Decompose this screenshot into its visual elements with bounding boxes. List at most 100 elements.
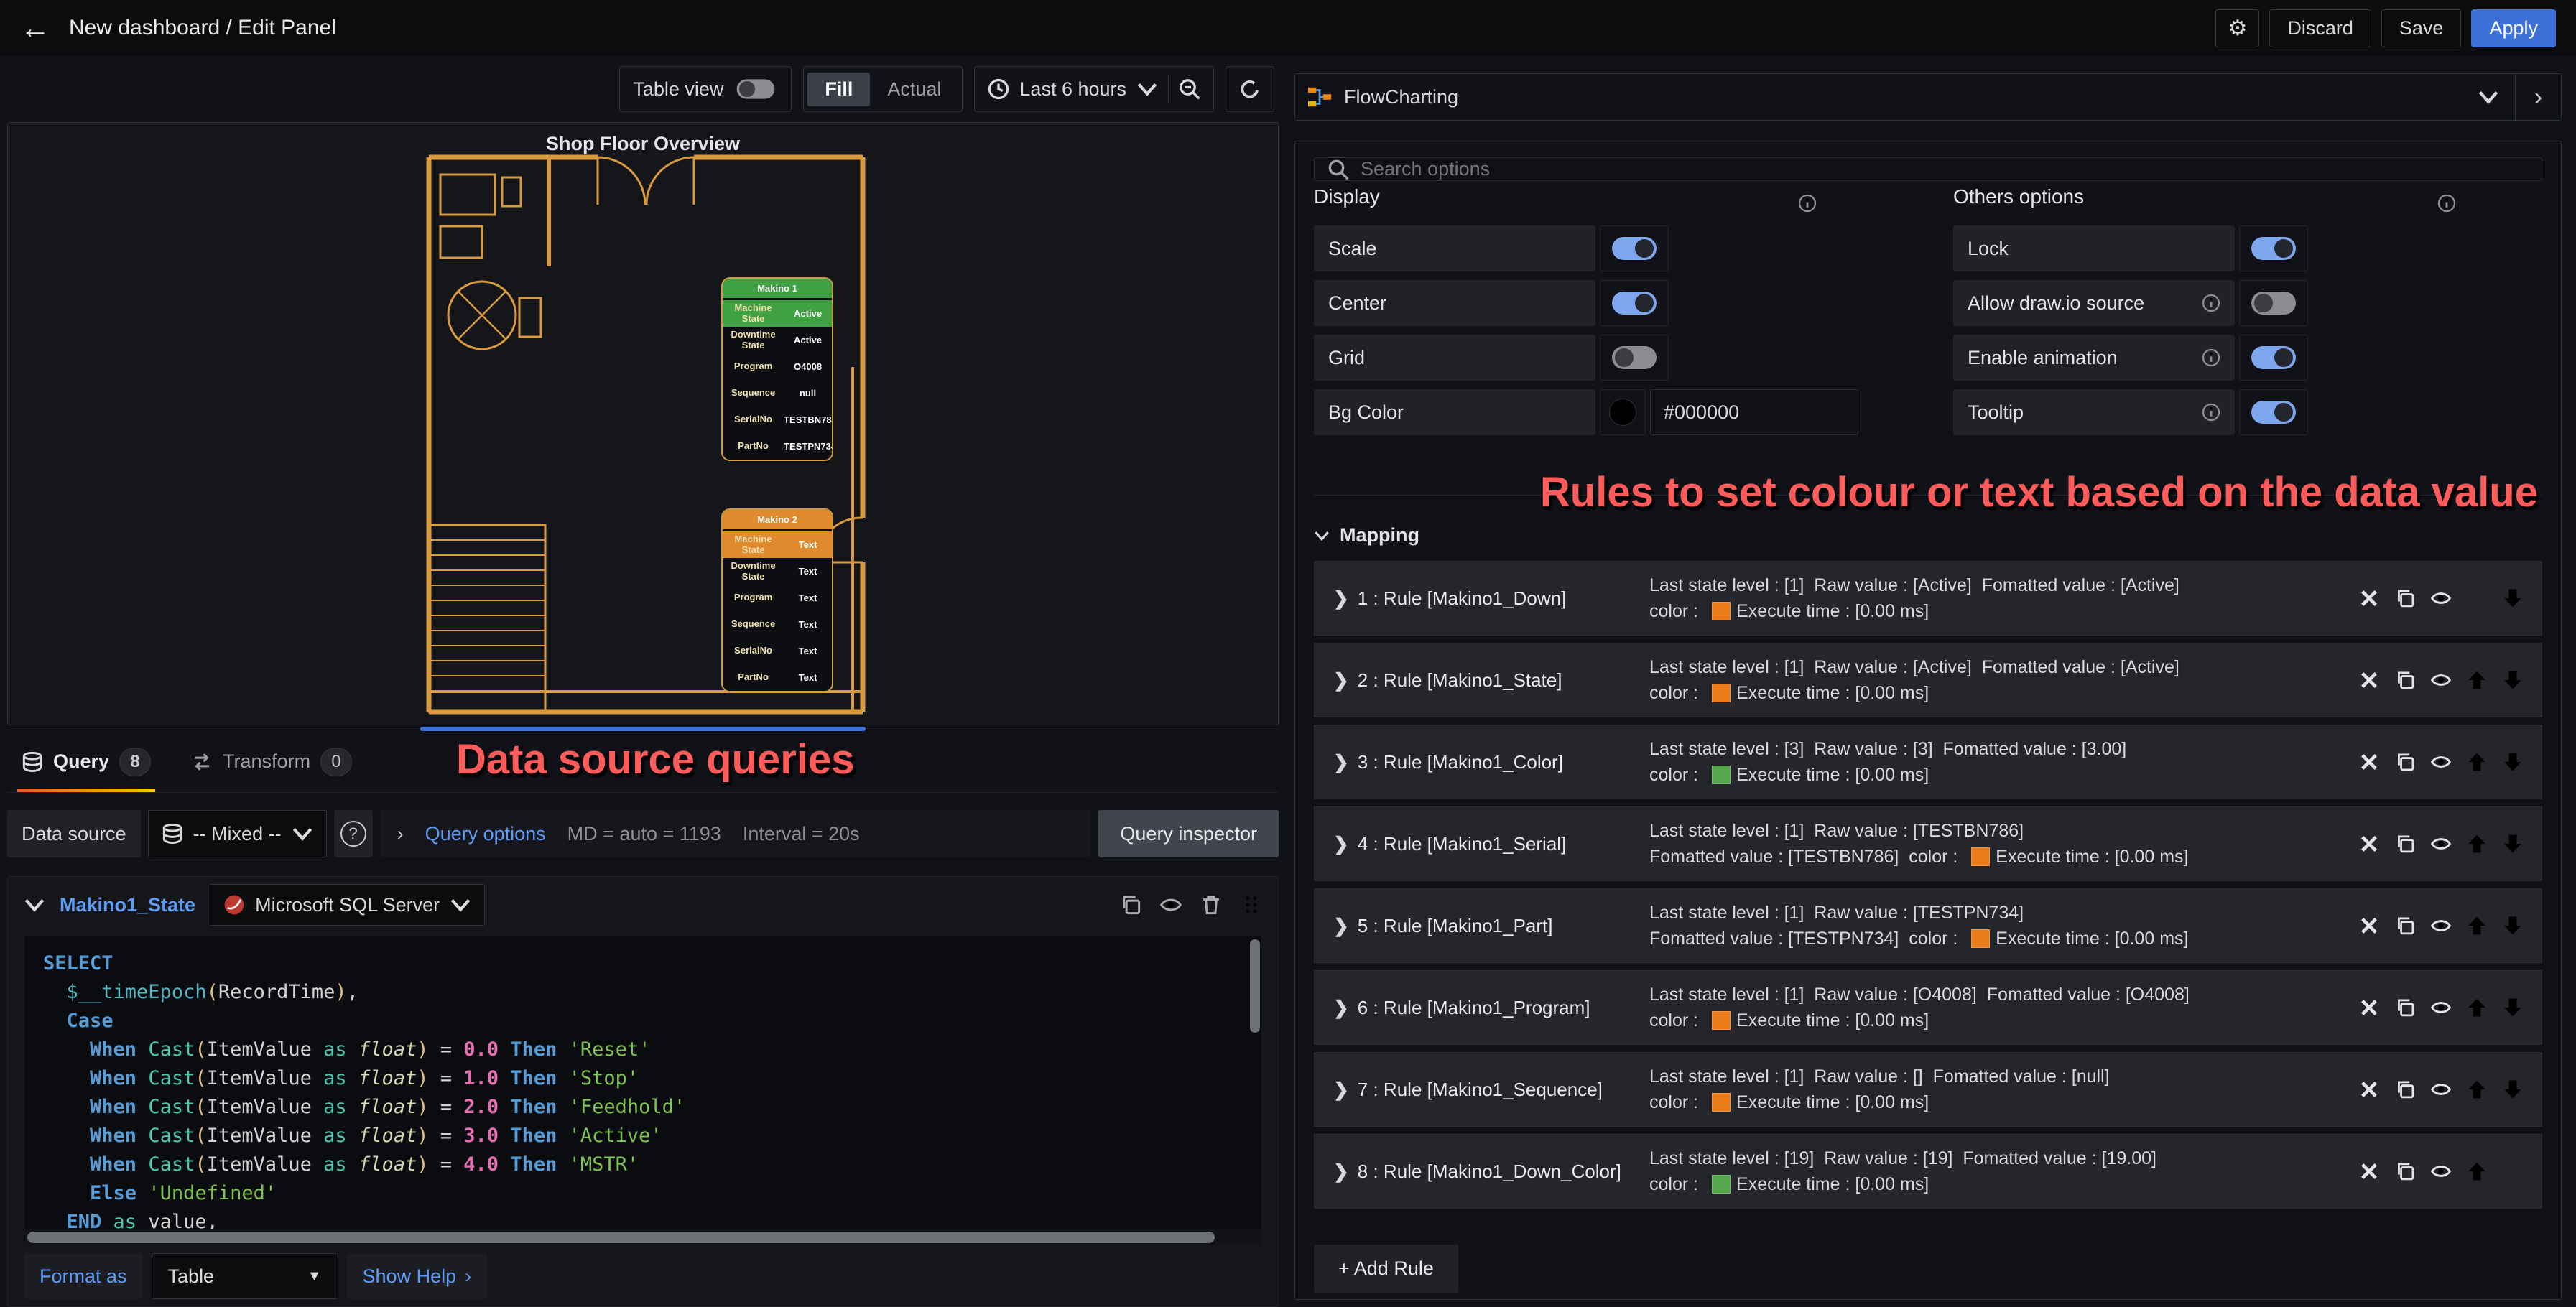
options-search-box[interactable]: [1314, 157, 2542, 181]
time-range-label[interactable]: Last 6 hours: [1019, 78, 1126, 101]
delete-rule-icon[interactable]: [2359, 752, 2379, 772]
move-rule-down-icon[interactable]: [2503, 670, 2523, 690]
delete-rule-icon[interactable]: [2359, 916, 2379, 936]
hide-rule-icon[interactable]: [2431, 834, 2451, 854]
query-datasource-picker[interactable]: Microsoft SQL Server: [210, 884, 486, 926]
hide-rule-icon[interactable]: [2431, 1161, 2451, 1181]
rule-row[interactable]: ❯ 4 : Rule [Makino1_Serial] Last state l…: [1314, 806, 2542, 881]
discard-button[interactable]: Discard: [2269, 9, 2371, 47]
move-rule-down-icon[interactable]: [2503, 752, 2523, 772]
info-icon[interactable]: [2202, 348, 2220, 367]
delete-query-icon[interactable]: [1200, 894, 1222, 916]
apply-button[interactable]: Apply: [2471, 9, 2556, 47]
move-rule-up-icon[interactable]: [2467, 1161, 2487, 1181]
duplicate-rule-icon[interactable]: [2395, 670, 2415, 690]
sql-editor[interactable]: SELECT $__timeEpoch(RecordTime), Case Wh…: [24, 936, 1262, 1246]
options-search-input[interactable]: [1361, 158, 2529, 180]
move-rule-up-icon[interactable]: [2467, 670, 2487, 690]
rule-row[interactable]: ❯ 5 : Rule [Makino1_Part] Last state lev…: [1314, 888, 2542, 963]
collapse-options-button[interactable]: ›: [2515, 74, 2561, 120]
duplicate-rule-icon[interactable]: [2395, 916, 2415, 936]
option-toggle[interactable]: [1612, 346, 1657, 369]
rule-expand-caret[interactable]: ❯: [1333, 1161, 1349, 1183]
info-icon[interactable]: [2202, 294, 2220, 312]
horizontal-scrollbar[interactable]: [27, 1232, 1215, 1243]
duplicate-rule-icon[interactable]: [2395, 1079, 2415, 1099]
move-rule-down-icon[interactable]: [2503, 588, 2523, 608]
rule-expand-caret[interactable]: ❯: [1333, 1079, 1349, 1101]
info-icon[interactable]: [1798, 194, 1817, 213]
rule-expand-caret[interactable]: ❯: [1333, 751, 1349, 773]
delete-rule-icon[interactable]: [2359, 1161, 2379, 1181]
move-rule-down-icon[interactable]: [2503, 997, 2523, 1018]
option-toggle[interactable]: [2251, 401, 2296, 424]
delete-rule-icon[interactable]: [2359, 670, 2379, 690]
duplicate-query-icon[interactable]: [1120, 894, 1141, 916]
duplicate-rule-icon[interactable]: [2395, 997, 2415, 1018]
table-view-toggle[interactable]: [737, 79, 775, 99]
delete-rule-icon[interactable]: [2359, 1079, 2379, 1099]
duplicate-rule-icon[interactable]: [2395, 752, 2415, 772]
move-rule-up-icon[interactable]: [2467, 1079, 2487, 1099]
rule-expand-caret[interactable]: ❯: [1333, 833, 1349, 855]
tab-query[interactable]: Query 8: [17, 731, 156, 792]
hide-rule-icon[interactable]: [2431, 916, 2451, 936]
option-toggle[interactable]: [1612, 237, 1657, 260]
panel-type-select[interactable]: FlowCharting ›: [1294, 73, 2562, 121]
rule-row[interactable]: ❯ 8 : Rule [Makino1_Down_Color] Last sta…: [1314, 1134, 2542, 1209]
duplicate-rule-icon[interactable]: [2395, 834, 2415, 854]
rule-row[interactable]: ❯ 2 : Rule [Makino1_State] Last state le…: [1314, 643, 2542, 717]
show-help-button[interactable]: Show Help ›: [346, 1253, 488, 1299]
option-toggle[interactable]: [2251, 292, 2296, 315]
move-rule-down-icon[interactable]: [2503, 834, 2523, 854]
delete-rule-icon[interactable]: [2359, 834, 2379, 854]
move-rule-down-icon[interactable]: [2503, 1079, 2523, 1099]
query-inspector-button[interactable]: Query inspector: [1098, 810, 1279, 857]
panel-settings-button[interactable]: ⚙: [2215, 9, 2260, 47]
hide-rule-icon[interactable]: [2431, 588, 2451, 608]
move-rule-up-icon[interactable]: [2467, 752, 2487, 772]
hide-rule-icon[interactable]: [2431, 1079, 2451, 1099]
mapping-header[interactable]: Mapping: [1314, 524, 2542, 546]
move-rule-down-icon[interactable]: [2503, 916, 2523, 936]
sql-code[interactable]: SELECT $__timeEpoch(RecordTime), Case Wh…: [24, 936, 1261, 1245]
tab-transform[interactable]: Transform 0: [187, 731, 356, 792]
hide-query-icon[interactable]: [1160, 894, 1182, 916]
chevron-down-icon[interactable]: [1136, 78, 1158, 100]
query-options-link[interactable]: Query options: [425, 823, 546, 845]
info-icon[interactable]: [2437, 194, 2456, 213]
rule-expand-caret[interactable]: ❯: [1333, 587, 1349, 610]
rule-row[interactable]: ❯ 6 : Rule [Makino1_Program] Last state …: [1314, 970, 2542, 1045]
rule-expand-caret[interactable]: ❯: [1333, 997, 1349, 1019]
format-as-select[interactable]: Table ▼: [151, 1253, 338, 1299]
collapse-chevron-icon[interactable]: [24, 894, 45, 916]
datasource-help-button[interactable]: ?: [333, 810, 373, 857]
move-rule-up-icon[interactable]: [2467, 916, 2487, 936]
move-rule-up-icon[interactable]: [2467, 997, 2487, 1018]
duplicate-rule-icon[interactable]: [2395, 588, 2415, 608]
fill-segment[interactable]: Fill: [807, 72, 871, 106]
back-arrow-icon[interactable]: ←: [20, 13, 50, 43]
option-toggle[interactable]: [2251, 346, 2296, 369]
info-icon[interactable]: [2202, 403, 2220, 422]
zoom-out-icon[interactable]: [1179, 78, 1200, 100]
option-toggle[interactable]: [2251, 237, 2296, 260]
bg-color-input[interactable]: [1650, 389, 1858, 435]
hide-rule-icon[interactable]: [2431, 997, 2451, 1018]
move-rule-up-icon[interactable]: [2467, 834, 2487, 854]
query-name[interactable]: Makino1_State: [60, 894, 195, 916]
rule-expand-caret[interactable]: ❯: [1333, 915, 1349, 937]
add-rule-button[interactable]: + Add Rule: [1314, 1245, 1458, 1293]
vertical-scrollbar[interactable]: [1250, 939, 1260, 1033]
datasource-picker[interactable]: -- Mixed --: [147, 810, 327, 857]
bg-color-swatch[interactable]: [1600, 389, 1646, 435]
rule-row[interactable]: ❯ 7 : Rule [Makino1_Sequence] Last state…: [1314, 1052, 2542, 1127]
save-button[interactable]: Save: [2381, 9, 2462, 47]
rule-expand-caret[interactable]: ❯: [1333, 669, 1349, 692]
hide-rule-icon[interactable]: [2431, 752, 2451, 772]
delete-rule-icon[interactable]: [2359, 588, 2379, 608]
rule-row[interactable]: ❯ 1 : Rule [Makino1_Down] Last state lev…: [1314, 561, 2542, 636]
hide-rule-icon[interactable]: [2431, 670, 2451, 690]
duplicate-rule-icon[interactable]: [2395, 1161, 2415, 1181]
actual-segment[interactable]: Actual: [870, 73, 958, 106]
